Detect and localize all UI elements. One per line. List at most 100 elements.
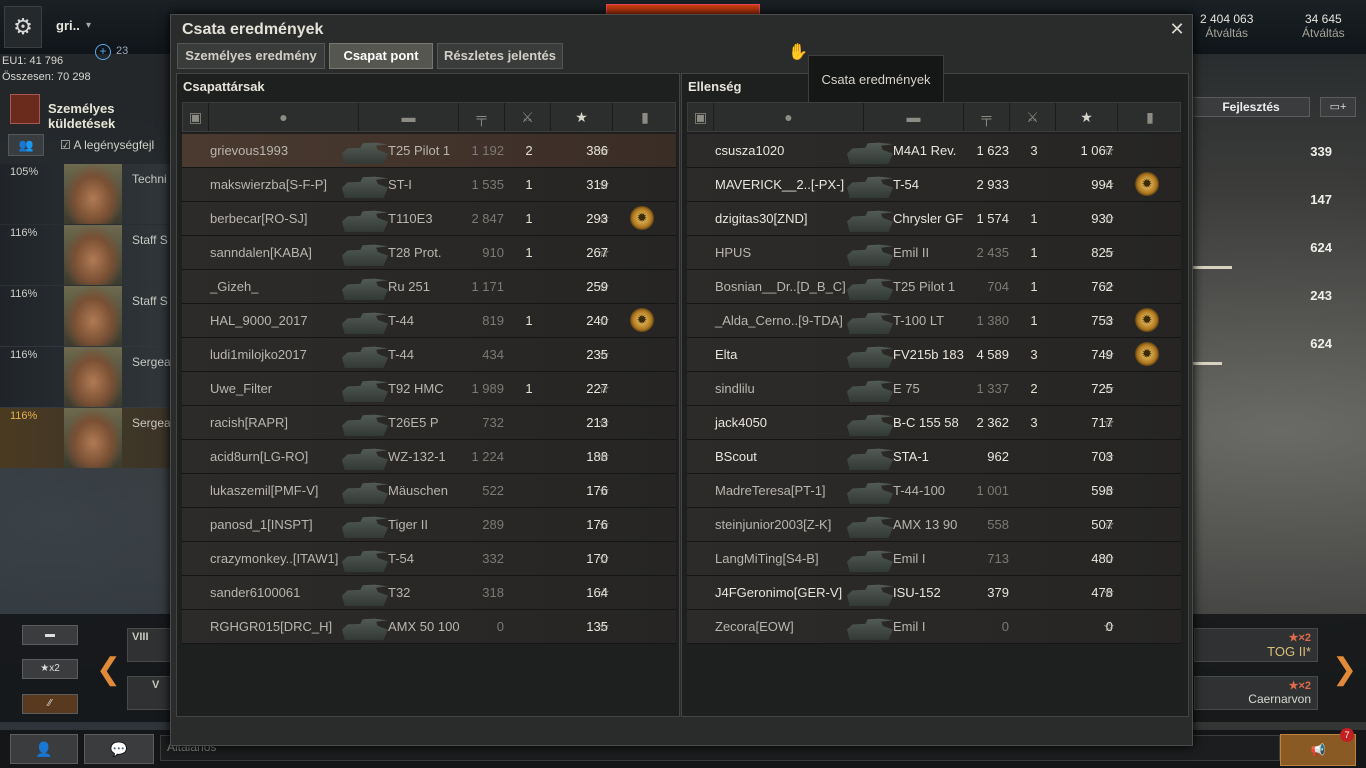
player-row[interactable]: Uwe_Filter T92 HMC 1 989 1 227 ☆ xyxy=(182,372,676,406)
player-row[interactable]: LangMiTing[S4-B] Emil I 713 480 ☆ xyxy=(687,542,1181,576)
player-row[interactable]: lukaszemil[PMF-V] Mäuschen 522 176 ☆ xyxy=(182,474,676,508)
medal-column-icon[interactable]: ▮ xyxy=(613,103,677,131)
tab-detailed-report[interactable]: Részletes jelentés xyxy=(437,43,563,69)
medal-icon[interactable]: ✹ xyxy=(630,206,654,230)
player-row[interactable]: racish[RAPR] T26E5 P 732 213 ☆ xyxy=(182,406,676,440)
player-row[interactable]: makswierzba[S-F-P] ST-I 1 535 1 319 ☆ xyxy=(182,168,676,202)
player-row[interactable]: Elta FV215b 183 4 589 3 749 ☆ ✹ xyxy=(687,338,1181,372)
player-row[interactable]: sanndalen[KABA] T28 Prot. 910 1 267 ☆ xyxy=(182,236,676,270)
personal-missions[interactable]: Személyes küldetések xyxy=(10,94,180,131)
tank-filter-icon[interactable]: ▬ xyxy=(22,625,78,645)
player-row[interactable]: J4FGeronimo[GER-V] ISU-152 379 478 ☆ xyxy=(687,576,1181,610)
crew-label[interactable]: ☑ A legénységfejl xyxy=(60,138,154,152)
player-row[interactable]: sindlilu E 75 1 337 2 725 ☆ xyxy=(687,372,1181,406)
tank-icon xyxy=(847,380,893,402)
vehicle-tile-tog[interactable]: ★×2 TOG II* xyxy=(1194,628,1318,662)
player-row[interactable]: MadreTeresa[PT-1] T-44-100 1 001 598 ☆ xyxy=(687,474,1181,508)
crew-member[interactable]: 105% Techni xyxy=(0,164,172,224)
crew-member[interactable]: 116% Sergea xyxy=(0,408,172,468)
xp-column-star-icon[interactable]: ★ xyxy=(1056,103,1118,131)
vehicle-tile-caernarvon[interactable]: ★×2 Caernarvon xyxy=(1194,676,1318,710)
player-column-icon[interactable]: ● xyxy=(714,103,864,131)
player-column-icon[interactable]: ● xyxy=(209,103,359,131)
player-row[interactable]: _Gizeh_ Ru 251 1 171 259 ☆ xyxy=(182,270,676,304)
close-icon[interactable]: ✕ xyxy=(1167,19,1187,39)
kills-value: 1 xyxy=(525,177,533,192)
allies-title: Csapattársak xyxy=(183,79,265,94)
tank-compare-icon[interactable]: ▭+ xyxy=(1320,97,1356,117)
vehicle-name: Caernarvon xyxy=(1248,692,1311,706)
kills-column-icon[interactable]: ⚔ xyxy=(1010,103,1056,131)
player-row[interactable]: HPUS Emil II 2 435 1 825 ☆ xyxy=(687,236,1181,270)
player-row[interactable]: _Alda_Cerno..[9-TDA] T-100 LT 1 380 1 753 ☆ ✹ xyxy=(687,304,1181,338)
medal-icon[interactable]: ✹ xyxy=(1135,308,1159,332)
player-row[interactable]: crazymonkey..[ITAW1] T-54 332 170 ☆ xyxy=(182,542,676,576)
crew-group-icon[interactable]: 👥 xyxy=(8,134,44,156)
player-name: panosd_1[INSPT] xyxy=(210,517,313,532)
player-row[interactable]: csusza1020 M4A1 Rev. 1 623 3 1 067 ☆ xyxy=(687,134,1181,168)
player-row[interactable]: ludi1milojko2017 T-44 434 235 ☆ xyxy=(182,338,676,372)
tab-team-score[interactable]: Csapat pont xyxy=(329,43,433,69)
player-row[interactable]: dzigitas30[ZND] Chrysler GF 1 574 1 930 ☆ xyxy=(687,202,1181,236)
free-xp-display[interactable]: 34 645 Átváltás xyxy=(1302,12,1345,40)
player-row[interactable]: jack4050 B-C 155 58 2 362 3 717 ☆ xyxy=(687,406,1181,440)
premium-filter-icon[interactable]: ⁄⁄ xyxy=(22,694,78,714)
damage-column-icon[interactable]: ╤ xyxy=(459,103,505,131)
medal-icon[interactable]: ✹ xyxy=(1135,172,1159,196)
damage-value: 704 xyxy=(987,279,1009,294)
medal-column-icon[interactable]: ▮ xyxy=(1118,103,1182,131)
player-row[interactable]: acid8urn[LG-RO] WZ-132-1 1 224 188 ☆ xyxy=(182,440,676,474)
player-row[interactable]: HAL_9000_2017 T-44 819 1 240 ☆ ✹ xyxy=(182,304,676,338)
player-row[interactable]: Zecora[EOW] Emil I 0 0 ☆ xyxy=(687,610,1181,644)
free-xp-exchange-link[interactable]: Átváltás xyxy=(1302,26,1345,40)
medal-icon[interactable]: ✹ xyxy=(630,308,654,332)
chat-icon[interactable]: 💬 xyxy=(84,734,154,764)
enemies-header: ▣ ● ▬ ╤ ⚔ ★ ▮ xyxy=(687,102,1181,132)
contacts-icon[interactable]: 👤 xyxy=(10,734,78,764)
tank-name: T-100 LT xyxy=(893,313,945,328)
kills-column-icon[interactable]: ⚔ xyxy=(505,103,551,131)
player-row[interactable]: BScout STA-1 962 703 ☆ xyxy=(687,440,1181,474)
player-row[interactable]: MAVERICK__2..[-PX-] T-54 2 933 994 ☆ ✹ xyxy=(687,168,1181,202)
player-name: HAL_9000_2017 xyxy=(210,313,308,328)
player-row[interactable]: sander6100061 T32 318 164 ☆ xyxy=(182,576,676,610)
player-row[interactable]: berbecar[RO-SJ] T110E3 2 847 1 293 ☆ ✹ xyxy=(182,202,676,236)
vehicle-tile[interactable]: VIII xyxy=(127,628,171,662)
tank-column-icon[interactable]: ▬ xyxy=(359,103,459,131)
carousel-right-arrow[interactable]: ❯ xyxy=(1332,652,1357,687)
medal-icon[interactable]: ✹ xyxy=(1135,342,1159,366)
tank-column-icon[interactable]: ▬ xyxy=(864,103,964,131)
damage-column-icon[interactable]: ╤ xyxy=(964,103,1010,131)
tank-icon xyxy=(847,414,893,436)
research-button[interactable]: Fejlesztés xyxy=(1192,97,1310,117)
crew-member[interactable]: 116% Staff S xyxy=(0,225,172,285)
star-icon: ☆ xyxy=(598,449,610,464)
player-row[interactable]: Bosnian__Dr..[D_B_C] T25 Pilot 1 704 1 762 ☆ xyxy=(687,270,1181,304)
chevron-down-icon[interactable]: ▾ xyxy=(86,20,91,31)
player-name: Uwe_Filter xyxy=(210,381,273,396)
tab-personal-result[interactable]: Személyes eredmény xyxy=(177,43,325,69)
tank-icon xyxy=(342,210,388,232)
player-row[interactable]: RGHGR015[DRC_H] AMX 50 100 0 135 ☆ xyxy=(182,610,676,644)
xp-column-star-icon[interactable]: ★ xyxy=(551,103,613,131)
account-name[interactable]: gri.. xyxy=(56,18,80,33)
player-row[interactable]: grievous1993 T25 Pilot 11 192 2 386 ☆ xyxy=(182,134,676,168)
xp-multiplier-filter[interactable]: ★x2 xyxy=(22,659,78,679)
star-icon: ☆ xyxy=(1103,517,1115,532)
credits-exchange-link[interactable]: Átváltás xyxy=(1200,26,1253,40)
tank-name: T-54 xyxy=(388,551,415,566)
carousel-left-arrow[interactable]: ❮ xyxy=(96,652,121,687)
star-icon: ☆ xyxy=(1103,585,1115,600)
kills-value: 1 xyxy=(1030,211,1038,226)
platoon-column-icon[interactable]: ▣ xyxy=(183,103,209,131)
player-row[interactable]: steinjunior2003[Z-K] AMX 13 90 558 507 ☆ xyxy=(687,508,1181,542)
tank-name: T92 HMC xyxy=(388,381,444,396)
platoon-column-icon[interactable]: ▣ xyxy=(688,103,714,131)
gear-icon[interactable]: ⚙ xyxy=(4,6,42,48)
player-row[interactable]: panosd_1[INSPT] Tiger II 289 176 ☆ xyxy=(182,508,676,542)
credits-display[interactable]: 2 404 063 Átváltás xyxy=(1200,12,1253,40)
crew-member[interactable]: 116% Sergea xyxy=(0,347,172,407)
vehicle-tile[interactable]: V xyxy=(127,676,171,710)
crew-member[interactable]: 116% Staff S xyxy=(0,286,172,346)
add-icon[interactable]: + xyxy=(95,44,111,60)
